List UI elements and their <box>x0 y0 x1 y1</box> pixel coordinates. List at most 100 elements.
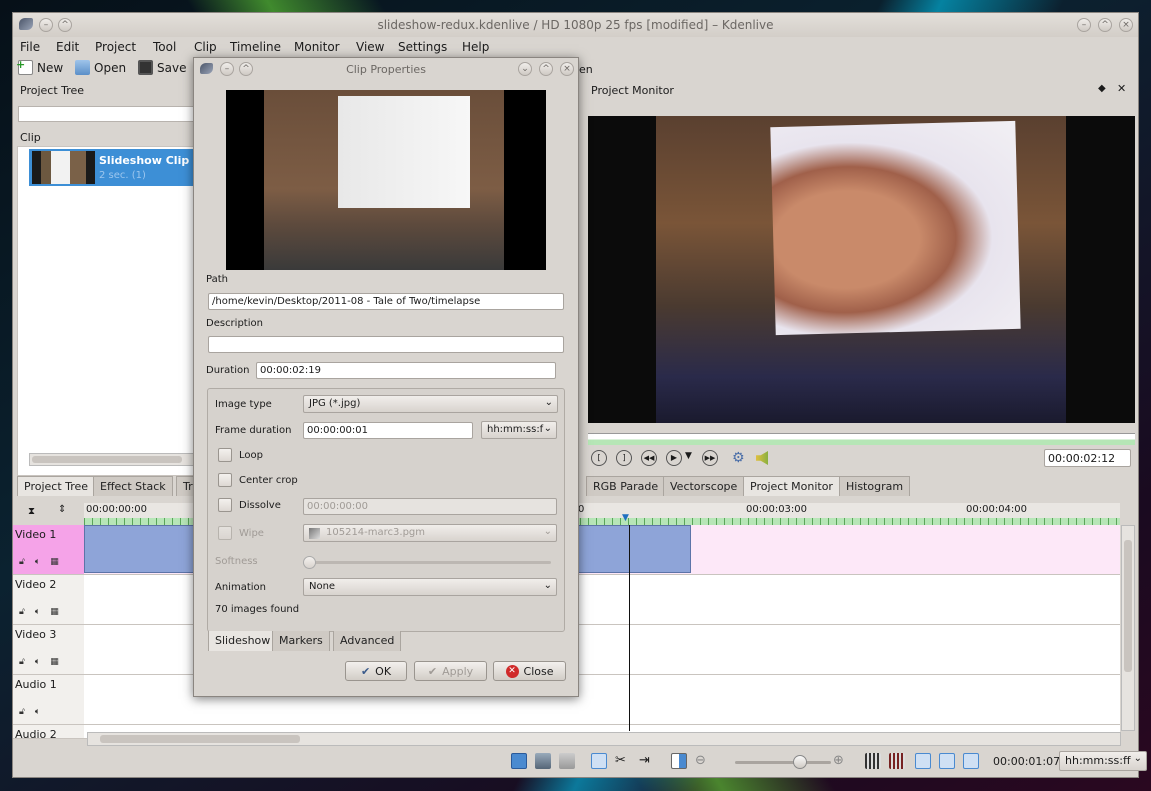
timeline-hscrollbar[interactable] <box>87 732 1121 746</box>
project-monitor-video[interactable] <box>588 116 1135 423</box>
tab-markers[interactable]: Markers <box>272 631 330 651</box>
mute-audio-icon[interactable]: 🔈︎ <box>35 707 40 717</box>
tab-project-monitor[interactable]: Project Monitor <box>743 476 840 496</box>
dialog-minimize-button[interactable]: ⌄ <box>518 62 532 76</box>
track-name-video2: Video 2 <box>15 578 57 591</box>
maximize-button[interactable]: ^ <box>1098 18 1112 32</box>
track-header-video1[interactable]: Video 1 🔓︎ 🔈︎ ▦ <box>13 525 84 575</box>
track-header-video2[interactable]: Video 2 🔓︎ 🔈︎ ▦ <box>13 575 84 625</box>
tab-histogram[interactable]: Histogram <box>839 476 911 496</box>
clip-column-header: Clip <box>20 131 41 144</box>
dialog-menu-button[interactable]: – <box>220 62 234 76</box>
track-header-video3[interactable]: Video 3 🔓︎ 🔈︎ ▦ <box>13 625 84 675</box>
close-window-button[interactable]: × <box>1119 18 1133 32</box>
dissolve-checkbox[interactable] <box>218 498 232 512</box>
menu-clip[interactable]: Clip <box>194 40 217 54</box>
insert-mode-icon[interactable] <box>559 753 575 769</box>
mute-audio-icon[interactable]: 🔈︎ <box>35 657 40 667</box>
project-tree-hscrollbar[interactable] <box>29 453 194 466</box>
clip-item-slideshow[interactable]: Slideshow Clip 2 sec. (1) <box>29 149 193 186</box>
frame-format-select[interactable]: hh:mm:ss:f ⌄ <box>481 421 557 439</box>
lock-icon[interactable]: 🔓︎ <box>19 657 25 667</box>
split-view-icon[interactable] <box>671 753 687 769</box>
zoom-in-icon[interactable]: ⊕ <box>833 753 849 769</box>
dialog-maximize-button[interactable]: ^ <box>539 62 553 76</box>
image-type-select[interactable]: JPG (*.jpg) ⌄ <box>303 395 558 413</box>
monitor-settings-gear-icon[interactable]: ⚙ <box>732 450 745 466</box>
show-markers-icon[interactable] <box>915 753 931 769</box>
snap-icon[interactable] <box>939 753 955 769</box>
forward-icon[interactable]: ▶▶ <box>702 450 718 466</box>
new-button[interactable]: + New <box>16 58 63 75</box>
close-button[interactable]: ✕ Close <box>493 661 566 681</box>
zoom-slider[interactable] <box>735 755 831 769</box>
close-panel-icon[interactable]: ✕ <box>1117 82 1126 95</box>
timeline-track-height-icon[interactable]: ⇕ <box>58 504 66 515</box>
menu-timeline[interactable]: Timeline <box>230 40 281 54</box>
ripple-icon[interactable] <box>963 753 979 769</box>
tab-vectorscope[interactable]: Vectorscope <box>663 476 745 496</box>
track-header-audio1[interactable]: Audio 1 🔓︎ 🔈︎ <box>13 675 84 725</box>
zoom-slider-handle[interactable] <box>793 755 807 769</box>
mute-audio-icon[interactable]: 🔈︎ <box>35 557 40 567</box>
mute-audio-icon[interactable]: 🔈︎ <box>35 607 40 617</box>
menu-settings[interactable]: Settings <box>398 40 447 54</box>
hide-video-icon[interactable]: ▦ <box>50 607 59 617</box>
timeline-vscrollbar[interactable] <box>1121 525 1135 731</box>
timeline-zoom-fit-icon[interactable]: ⧗ <box>28 506 35 517</box>
timecode-format-select[interactable]: hh:mm:ss:ff ⌄ <box>1059 751 1147 771</box>
video-track-mode-icon[interactable] <box>511 753 527 769</box>
hide-video-icon[interactable]: ▦ <box>50 557 59 567</box>
volume-speaker-icon[interactable] <box>756 451 768 465</box>
playhead-marker-icon[interactable]: ▼ <box>622 513 629 523</box>
razor-tool-icon[interactable]: ✂ <box>615 753 631 769</box>
monitor-timecode-field[interactable]: 00:00:02:12 <box>1044 449 1131 467</box>
menu-help[interactable]: Help <box>462 40 489 54</box>
tab-project-tree[interactable]: Project Tree <box>17 476 96 496</box>
set-zone-start-icon[interactable]: [ <box>591 450 607 466</box>
open-button[interactable]: Open <box>75 60 126 75</box>
spacer-tool-icon[interactable]: ⇥ <box>639 753 655 769</box>
duration-field[interactable]: 00:00:02:19 <box>256 362 556 379</box>
project-tree-search-input[interactable] <box>18 106 194 122</box>
tab-slideshow[interactable]: Slideshow <box>208 631 278 651</box>
lock-icon[interactable]: 🔓︎ <box>19 557 25 567</box>
timeline-playhead-line <box>629 525 630 731</box>
menu-monitor[interactable]: Monitor <box>294 40 340 54</box>
ok-button[interactable]: ✔ OK <box>345 661 407 681</box>
zoom-out-icon[interactable]: ⊖ <box>695 753 711 769</box>
play-icon[interactable]: ▶ <box>666 450 682 466</box>
lock-icon[interactable]: 🔓︎ <box>19 707 25 717</box>
lock-icon[interactable]: 🔓︎ <box>19 607 25 617</box>
apply-button[interactable]: ✔ Apply <box>414 661 487 681</box>
center-crop-checkbox[interactable] <box>218 473 232 487</box>
frame-duration-field[interactable]: 00:00:00:01 <box>303 422 473 439</box>
float-panel-icon[interactable]: ◆ <box>1098 83 1106 94</box>
selection-tool-icon[interactable] <box>591 753 607 769</box>
play-options-chevron-icon[interactable]: ▼ <box>685 451 692 461</box>
tab-rgb-parade[interactable]: RGB Parade <box>586 476 666 496</box>
hide-video-icon[interactable]: ▦ <box>50 657 59 667</box>
thumbnails-icon[interactable] <box>865 753 881 769</box>
description-field[interactable] <box>208 336 564 353</box>
menu-file[interactable]: File <box>20 40 40 54</box>
set-zone-end-icon[interactable]: ] <box>616 450 632 466</box>
tab-effect-stack[interactable]: Effect Stack <box>93 476 173 496</box>
animation-select[interactable]: None ⌄ <box>303 578 557 596</box>
menu-view[interactable]: View <box>356 40 384 54</box>
rewind-icon[interactable]: ◀◀ <box>641 450 657 466</box>
loop-checkbox[interactable] <box>218 448 232 462</box>
audio-thumbnails-icon[interactable] <box>889 753 905 769</box>
track-header-audio2[interactable]: Audio 2 <box>13 725 84 741</box>
dialog-close-button[interactable]: × <box>560 62 574 76</box>
dialog-keep-above-button[interactable]: ^ <box>239 62 253 76</box>
menu-edit[interactable]: Edit <box>56 40 79 54</box>
save-button[interactable]: Save <box>138 60 186 75</box>
overwrite-mode-icon[interactable] <box>535 753 551 769</box>
menu-tool[interactable]: Tool <box>153 40 176 54</box>
menu-project[interactable]: Project <box>95 40 136 54</box>
tab-advanced[interactable]: Advanced <box>333 631 402 651</box>
path-field[interactable]: /home/kevin/Desktop/2011-08 - Tale of Tw… <box>208 293 564 310</box>
monitor-seek-bar[interactable] <box>588 433 1135 445</box>
minimize-button[interactable]: – <box>1077 18 1091 32</box>
